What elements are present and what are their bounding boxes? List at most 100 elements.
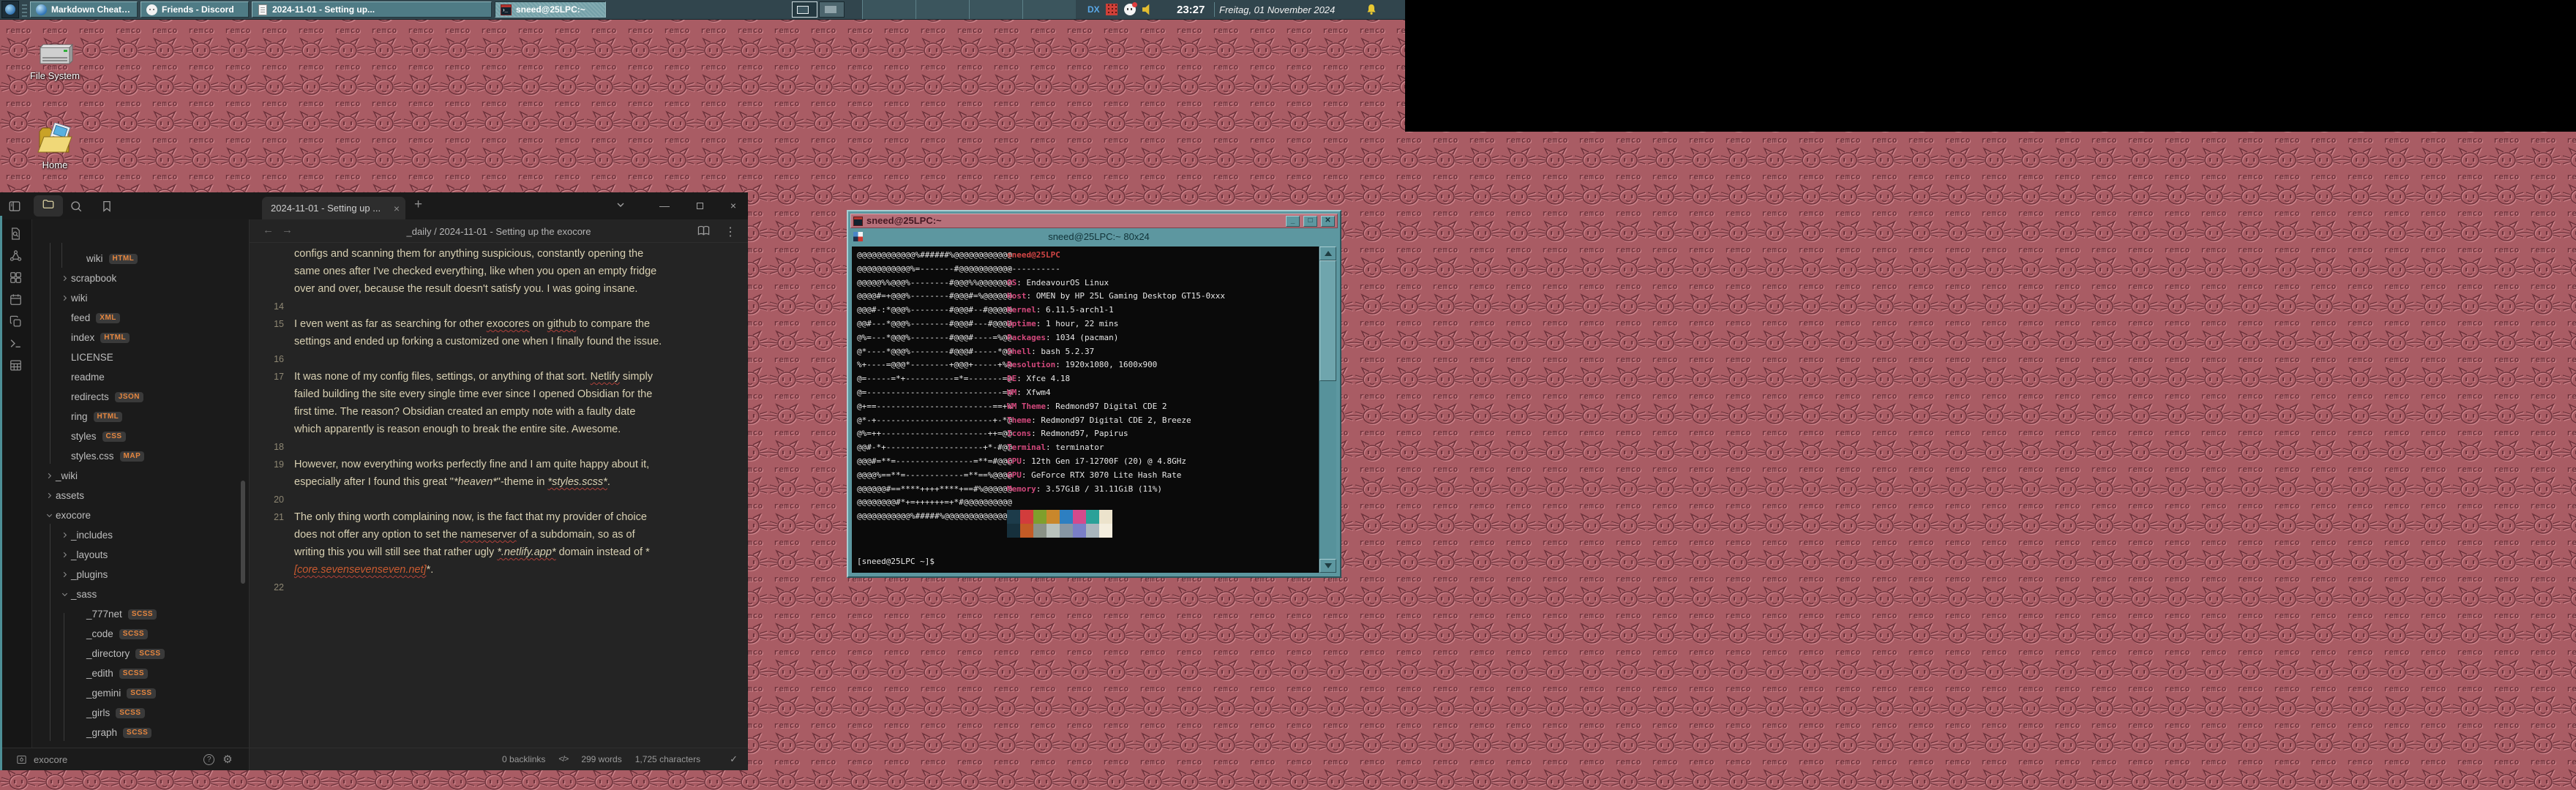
volume-icon[interactable] bbox=[1142, 4, 1153, 15]
editor-content[interactable]: configs and scanning them for anything s… bbox=[250, 243, 748, 748]
files-tab-button[interactable] bbox=[34, 195, 63, 217]
tree-file-row[interactable]: readme bbox=[32, 367, 249, 387]
clock-date[interactable]: Freitag, 01 November 2024 bbox=[1219, 0, 1335, 19]
breadcrumb[interactable]: _daily / 2024-11-01 - Setting up the exo… bbox=[250, 219, 748, 243]
taskbar-window-button[interactable]: sneed@25LPC:~ bbox=[495, 1, 606, 18]
tree-file-row[interactable]: _geminiSCSS bbox=[32, 683, 249, 703]
clock-time[interactable]: 23:27 bbox=[1177, 0, 1205, 19]
tree-file-row[interactable]: _777netSCSS bbox=[32, 604, 249, 624]
word-count[interactable]: 299 words bbox=[581, 754, 621, 764]
desktop-icon-file-system[interactable]: File System bbox=[20, 44, 90, 81]
chevron-right-icon[interactable] bbox=[61, 531, 71, 539]
code-toggle-icon[interactable]: </> bbox=[558, 755, 568, 764]
graph-icon[interactable] bbox=[9, 249, 23, 263]
tab-list-chevron-icon[interactable] bbox=[613, 199, 628, 214]
chevron-down-icon[interactable] bbox=[45, 511, 56, 519]
discord-tray-icon[interactable] bbox=[1124, 4, 1136, 15]
tree-file-row[interactable]: feedXML bbox=[32, 308, 249, 328]
chevron-right-icon[interactable] bbox=[61, 274, 71, 282]
editor-paragraph[interactable]: 15I even went as far as searching for ot… bbox=[250, 315, 748, 350]
chevron-right-icon[interactable] bbox=[61, 294, 71, 302]
cards-icon[interactable] bbox=[9, 271, 23, 285]
chevron-right-icon[interactable] bbox=[61, 551, 71, 559]
editor-paragraph[interactable]: 20 bbox=[250, 491, 748, 508]
editor-paragraph[interactable]: 14 bbox=[250, 298, 748, 315]
taskbar-window-button[interactable]: 2024-11-01 - Setting up... bbox=[252, 1, 492, 18]
copy-icon[interactable] bbox=[9, 315, 23, 329]
chevron-right-icon[interactable] bbox=[61, 571, 71, 579]
workspace-2[interactable] bbox=[819, 1, 845, 18]
scroll-down-arrow-icon[interactable] bbox=[1319, 559, 1336, 573]
tree-folder-row[interactable]: scrapbook bbox=[32, 268, 249, 288]
close-button[interactable]: × bbox=[726, 199, 741, 212]
scrollbar-thumb[interactable] bbox=[1319, 260, 1336, 381]
editor-paragraph[interactable]: 18 bbox=[250, 438, 748, 456]
editor-paragraph[interactable]: configs and scanning them for anything s… bbox=[250, 245, 748, 298]
tree-folder-row[interactable]: _includes bbox=[32, 525, 249, 545]
bookmark-icon[interactable] bbox=[99, 198, 115, 214]
taskbar-window-button[interactable]: Friends - Discord bbox=[141, 1, 249, 18]
tree-folder-row[interactable]: _plugins bbox=[32, 565, 249, 584]
panel-left-icon[interactable] bbox=[7, 198, 23, 214]
workspace-pager[interactable] bbox=[792, 1, 845, 18]
terminator-grid-icon[interactable] bbox=[853, 232, 863, 241]
backlink-count[interactable]: 0 backlinks bbox=[502, 754, 545, 764]
close-button[interactable]: ✕ bbox=[1321, 216, 1335, 227]
applications-menu-button[interactable] bbox=[1, 1, 19, 18]
file-explorer-scrollbar[interactable] bbox=[241, 481, 245, 584]
help-icon[interactable]: ? bbox=[203, 754, 214, 765]
terminal-screen[interactable]: @@@@@@@@@@@@%######%@@@@@@@@@@@@ @@@@@@@… bbox=[852, 247, 1319, 573]
notification-bell-icon[interactable] bbox=[1366, 4, 1377, 15]
tree-file-row[interactable]: stylesCSS bbox=[32, 426, 249, 446]
reading-mode-book-icon[interactable] bbox=[697, 225, 710, 241]
editor-paragraph[interactable]: 22 bbox=[250, 579, 748, 596]
calendar-icon[interactable] bbox=[9, 293, 23, 307]
tree-file-row[interactable]: _edithSCSS bbox=[32, 663, 249, 683]
tree-file-row[interactable]: styles.cssMAP bbox=[32, 446, 249, 466]
workspace-1[interactable] bbox=[792, 1, 817, 18]
terminal-prompt-icon[interactable] bbox=[9, 336, 23, 351]
terminal-scrollbar[interactable] bbox=[1319, 247, 1336, 573]
tree-folder-row[interactable]: _sass bbox=[32, 584, 249, 604]
file-search-icon[interactable] bbox=[9, 227, 23, 241]
taskbar-window-button[interactable]: Markdown Cheat Shee... bbox=[30, 1, 138, 18]
minimize-button[interactable]: — bbox=[657, 199, 672, 212]
downloader-icon[interactable]: DX bbox=[1087, 4, 1099, 15]
maximize-button[interactable] bbox=[692, 199, 707, 212]
tree-folder-row[interactable]: wiki bbox=[32, 288, 249, 308]
tree-folder-row[interactable]: _layouts bbox=[32, 545, 249, 565]
more-options-kebab-icon[interactable]: ⋮ bbox=[724, 225, 736, 239]
scroll-up-arrow-icon[interactable] bbox=[1319, 247, 1336, 260]
editor-paragraph[interactable]: 21The only thing worth complaining now, … bbox=[250, 508, 748, 579]
chevron-right-icon[interactable] bbox=[45, 492, 56, 500]
new-tab-button[interactable]: + bbox=[414, 198, 422, 212]
tree-file-row[interactable]: ringHTML bbox=[32, 407, 249, 426]
tree-folder-row[interactable]: exocore bbox=[32, 505, 249, 525]
chevron-down-icon[interactable] bbox=[61, 590, 71, 598]
tree-file-row[interactable]: _graphSCSS bbox=[32, 723, 249, 742]
editor-paragraph[interactable]: 17It was none of my config files, settin… bbox=[250, 368, 748, 438]
settings-gear-icon[interactable]: ⚙ bbox=[222, 754, 232, 765]
editor-paragraph[interactable]: 16 bbox=[250, 350, 748, 368]
tree-file-row[interactable]: wikiHTML bbox=[32, 249, 249, 268]
tree-file-row[interactable]: _codeSCSS bbox=[32, 624, 249, 644]
chevron-right-icon[interactable] bbox=[45, 472, 56, 480]
tab-close-icon[interactable]: × bbox=[394, 203, 400, 214]
terminal-titlebar[interactable]: sneed@25LPC:~ _ □ ✕ bbox=[850, 214, 1338, 228]
desktop-icon-home[interactable]: Home bbox=[20, 123, 90, 170]
table-icon[interactable] bbox=[9, 358, 23, 373]
note-tab[interactable]: 2024-11-01 - Setting up ... × bbox=[262, 197, 405, 219]
minimize-button[interactable]: _ bbox=[1286, 216, 1300, 227]
search-icon[interactable] bbox=[68, 198, 84, 214]
tree-folder-row[interactable]: assets bbox=[32, 486, 249, 505]
panel-handle[interactable] bbox=[22, 2, 27, 17]
tree-file-row[interactable]: _girlsSCSS bbox=[32, 703, 249, 723]
tree-file-row[interactable]: redirectsJSON bbox=[32, 387, 249, 407]
tree-file-row[interactable]: _directorySCSS bbox=[32, 644, 249, 663]
maximize-button[interactable]: □ bbox=[1303, 216, 1317, 227]
tree-file-row[interactable]: indexHTML bbox=[32, 328, 249, 347]
editor-paragraph[interactable]: 19However, now everything works perfectl… bbox=[250, 456, 748, 491]
tree-file-row[interactable]: LICENSE bbox=[32, 347, 249, 367]
tree-folder-row[interactable]: _wiki bbox=[32, 466, 249, 486]
red-grid-icon[interactable] bbox=[1106, 4, 1117, 15]
